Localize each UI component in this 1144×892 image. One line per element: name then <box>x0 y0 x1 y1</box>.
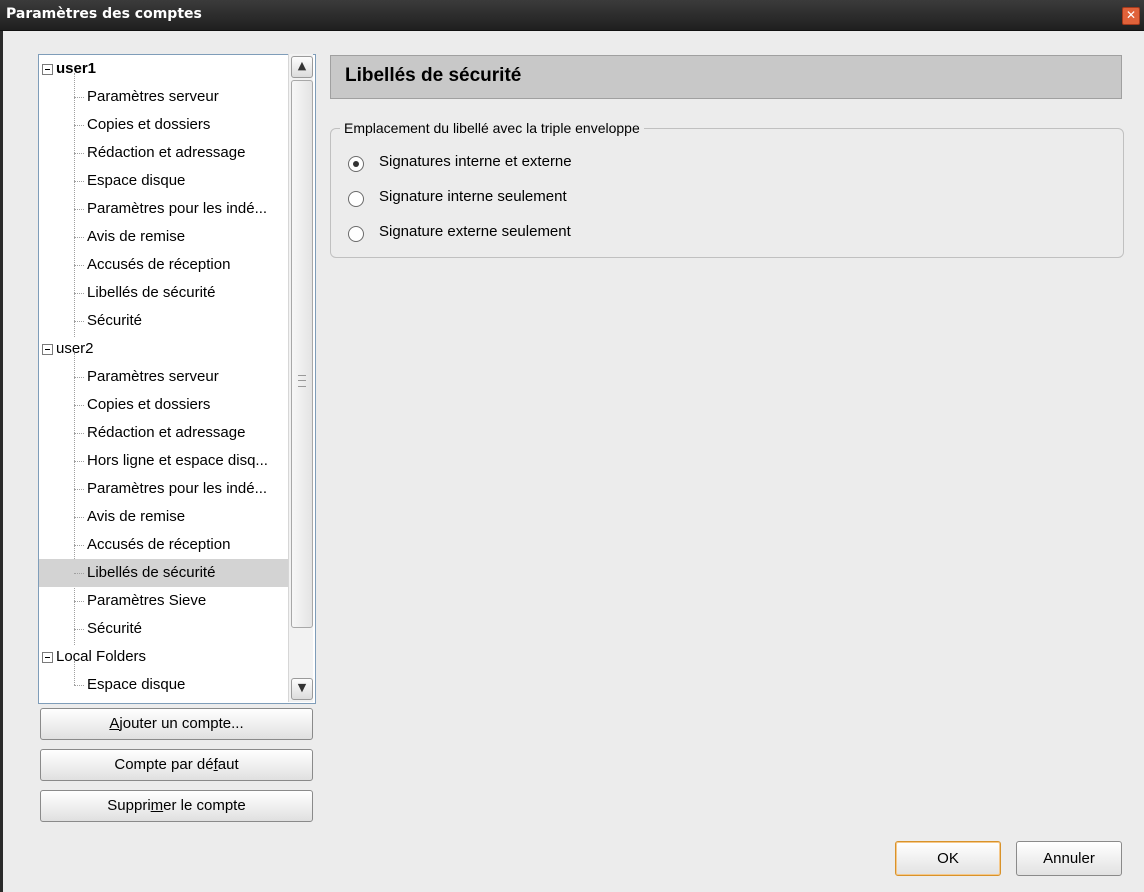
collapse-icon[interactable] <box>42 652 53 663</box>
title-bar[interactable]: Paramètres des comptes ✕ <box>0 0 1144 31</box>
tree-item[interactable]: Avis de remise <box>39 503 289 531</box>
panel-header: Libellés de sécurité <box>330 55 1122 99</box>
tree-account-user1[interactable]: user1 <box>39 55 289 83</box>
window-title: Paramètres des comptes <box>6 6 202 22</box>
tree-item[interactable]: Sécurité <box>39 615 289 643</box>
ok-button[interactable]: OK <box>895 841 1001 876</box>
tree-item[interactable]: Rédaction et adressage <box>39 139 289 167</box>
tree-item[interactable]: Copies et dossiers <box>39 111 289 139</box>
radio-unchecked-icon[interactable] <box>348 226 364 242</box>
collapse-icon[interactable] <box>42 344 53 355</box>
tree-scrollbar[interactable]: ▲ ▼ <box>288 54 313 702</box>
grip-icon <box>298 375 306 387</box>
tree-item[interactable]: Paramètres serveur <box>39 83 289 111</box>
tree-item[interactable]: Espace disque <box>39 167 289 195</box>
tree-account-label: user1 <box>56 60 97 77</box>
scrollbar-thumb[interactable] <box>291 80 313 628</box>
account-tree[interactable]: user1 Paramètres serveur Copies et dossi… <box>38 54 316 704</box>
account-settings-window: Paramètres des comptes ✕ user1 Paramètre… <box>0 0 1144 892</box>
tree-item[interactable]: Libellés de sécurité <box>39 279 289 307</box>
tree-item[interactable]: Copies et dossiers <box>39 391 289 419</box>
add-account-button[interactable]: Ajouter un compte... <box>40 708 313 740</box>
collapse-icon[interactable] <box>42 64 53 75</box>
group-label: Emplacement du libellé avec la triple en… <box>340 120 644 136</box>
tree-item[interactable]: Sécurité <box>39 307 289 335</box>
scroll-down-icon[interactable]: ▼ <box>291 678 313 700</box>
tree-item[interactable]: Hors ligne et espace disq... <box>39 447 289 475</box>
tree-account-local-folders[interactable]: Local Folders <box>39 643 289 671</box>
window-left-border <box>0 31 3 892</box>
tree-account-user2[interactable]: user2 <box>39 335 289 363</box>
tree-account-label: Local Folders <box>56 648 147 665</box>
radio-checked-icon[interactable] <box>348 156 364 172</box>
tree-item[interactable]: Paramètres serveur <box>39 363 289 391</box>
tree-item[interactable]: Paramètres Sieve <box>39 587 289 615</box>
cancel-button[interactable]: Annuler <box>1016 841 1122 876</box>
close-icon[interactable]: ✕ <box>1122 7 1140 25</box>
tree-item[interactable]: Paramètres pour les indé... <box>39 475 289 503</box>
default-account-button[interactable]: Compte par défaut <box>40 749 313 781</box>
tree-item-selected[interactable]: Libellés de sécurité <box>39 559 289 587</box>
radio-unchecked-icon[interactable] <box>348 191 364 207</box>
tree-item[interactable]: Rédaction et adressage <box>39 419 289 447</box>
tree-item[interactable]: Accusés de réception <box>39 251 289 279</box>
tree-item[interactable]: Espace disque <box>39 671 289 699</box>
tree-item[interactable]: Paramètres pour les indé... <box>39 195 289 223</box>
tree-item[interactable]: Accusés de réception <box>39 531 289 559</box>
scroll-up-icon[interactable]: ▲ <box>291 56 313 78</box>
page-title: Libellés de sécurité <box>345 65 522 86</box>
remove-account-button[interactable]: Supprimer le compte <box>40 790 313 822</box>
tree-item[interactable]: Avis de remise <box>39 223 289 251</box>
